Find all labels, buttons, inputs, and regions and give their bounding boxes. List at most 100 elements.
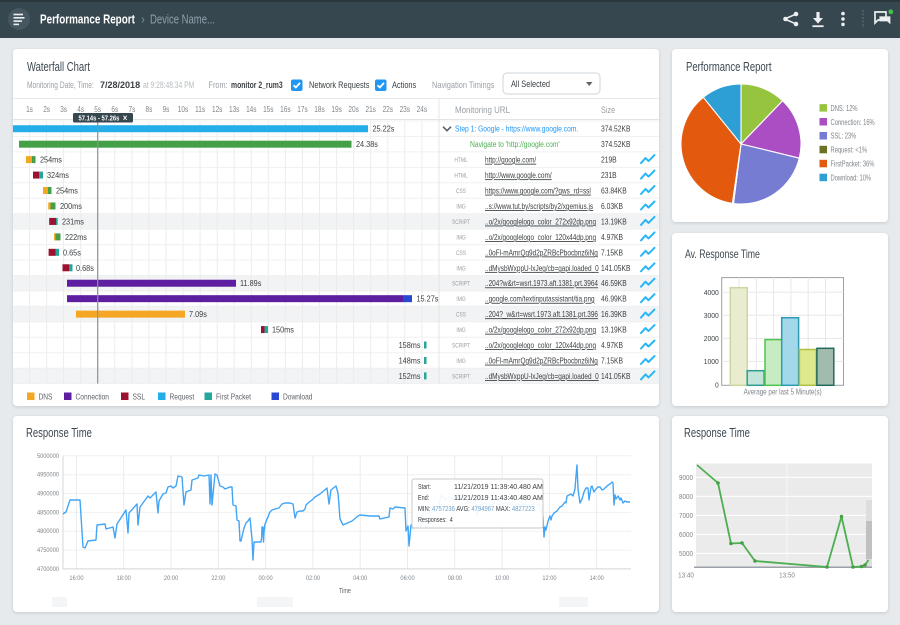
svg-text:374.52KB: 374.52KB: [601, 124, 630, 134]
svg-text:20s: 20s: [348, 104, 359, 114]
svg-text:57.14s - 57.26s ✕: 57.14s - 57.26s ✕: [78, 115, 127, 123]
svg-text:15.27s: 15.27s: [417, 294, 439, 304]
svg-text:..0oFl-mAmrQg9d2pZRBcPbocbnz6i: ..0oFl-mAmrQg9d2pZRBcPbocbnz6iNg: [485, 356, 598, 366]
svg-text:..google.com/textinputassistan: ..google.com/textinputassistant/tia.png: [485, 294, 595, 304]
svg-text:..o/2x/googlelogo_color_272x92: ..o/2x/googlelogo_color_272x92dp.png: [485, 325, 596, 335]
svg-text:141.05KB: 141.05KB: [601, 263, 630, 273]
svg-text:Connection: 16%: Connection: 16%: [831, 118, 876, 127]
svg-text:HTML: HTML: [454, 158, 467, 165]
svg-text:Monitoring URL: Monitoring URL: [455, 104, 510, 115]
svg-text:254ms: 254ms: [40, 155, 62, 165]
svg-text:19s: 19s: [331, 104, 342, 114]
svg-text:Average per last 5 Minute(s): Average per last 5 Minute(s): [744, 388, 822, 397]
svg-text:..204?w&rt=wsrt.1973.aft.1381.: ..204?w&rt=wsrt.1973.aft.1381.prt.3964: [485, 278, 598, 288]
svg-text:11/21/2019 11:39:40.480 AM: 11/21/2019 11:39:40.480 AM: [454, 484, 543, 491]
svg-text:Performance Report: Performance Report: [40, 13, 135, 27]
svg-text:6000: 6000: [679, 532, 693, 539]
svg-text:6.03KB: 6.03KB: [601, 201, 623, 211]
svg-text:4000: 4000: [704, 288, 719, 296]
svg-text:24.38s: 24.38s: [356, 140, 378, 150]
svg-text:3000: 3000: [704, 311, 719, 319]
svg-text:10:00: 10:00: [495, 576, 510, 582]
svg-text:4.97KB: 4.97KB: [601, 340, 623, 350]
svg-text:7/28/2018: 7/28/2018: [100, 80, 140, 90]
svg-text:10s: 10s: [178, 104, 189, 114]
svg-text:https://www.google.com/?gws_rd: https://www.google.com/?gws_rd=ssl: [485, 186, 591, 196]
svg-text:SCRIPT: SCRIPT: [452, 281, 470, 288]
svg-text:374.52KB: 374.52KB: [601, 139, 630, 149]
svg-text:Network Requests: Network Requests: [309, 79, 369, 90]
svg-text:IMG: IMG: [456, 266, 465, 273]
svg-text:7.09s: 7.09s: [189, 310, 207, 320]
svg-text:5s: 5s: [94, 104, 101, 114]
svg-text:17s: 17s: [297, 104, 308, 114]
svg-text:158ms: 158ms: [399, 340, 421, 350]
svg-text:18:00: 18:00: [117, 576, 132, 582]
svg-text:Waterfall Chart: Waterfall Chart: [27, 61, 90, 75]
svg-text:16.39KB: 16.39KB: [601, 309, 627, 319]
svg-text:4800000: 4800000: [37, 529, 60, 535]
svg-text:SSL: SSL: [133, 392, 146, 402]
svg-text:22:00: 22:00: [211, 576, 226, 582]
svg-text:SCRIPT: SCRIPT: [452, 374, 470, 381]
svg-text:IMG: IMG: [456, 204, 465, 211]
svg-text:16:00: 16:00: [69, 576, 84, 582]
svg-text:7s: 7s: [128, 104, 135, 114]
svg-text:http://www.google.com/: http://www.google.com/: [485, 170, 552, 180]
svg-text:231B: 231B: [601, 170, 617, 180]
svg-text:13s: 13s: [229, 104, 240, 114]
svg-text:141.05KB: 141.05KB: [601, 371, 630, 381]
svg-text:Response Time: Response Time: [684, 427, 750, 441]
svg-text:4.97KB: 4.97KB: [601, 232, 623, 242]
svg-text:Download: 10%: Download: 10%: [831, 173, 872, 182]
svg-text:13:50: 13:50: [779, 572, 795, 579]
svg-text:Start:: Start:: [418, 483, 431, 491]
svg-text:HTML: HTML: [454, 173, 467, 180]
svg-text:13:40: 13:40: [678, 572, 694, 579]
svg-text:CSS: CSS: [456, 250, 466, 257]
svg-text:All Selected: All Selected: [511, 78, 550, 89]
svg-text:8000: 8000: [679, 494, 693, 501]
svg-text:IMG: IMG: [456, 235, 465, 242]
svg-text:Actions: Actions: [392, 79, 416, 90]
svg-text:Navigation Timings: Navigation Timings: [432, 79, 494, 90]
svg-text:..s://www.tut.by/scripts/by2/x: ..s://www.tut.by/scripts/by2/xgemius.js: [485, 201, 593, 211]
svg-text:13.19KB: 13.19KB: [601, 325, 627, 335]
svg-text:DNS: 12%: DNS: 12%: [831, 104, 859, 113]
svg-text:21s: 21s: [365, 104, 376, 114]
svg-text:23s: 23s: [400, 104, 411, 114]
svg-text:http://google.com/: http://google.com/: [485, 155, 537, 165]
svg-text:9s: 9s: [163, 104, 170, 114]
svg-text:200ms: 200ms: [60, 201, 82, 211]
svg-text:11.89s: 11.89s: [240, 279, 261, 289]
svg-text:11/21/2019 11:43:40.480 AM: 11/21/2019 11:43:40.480 AM: [454, 495, 543, 502]
svg-text:12s: 12s: [212, 104, 223, 114]
svg-text:IMG: IMG: [456, 359, 465, 366]
svg-text:SCRIPT: SCRIPT: [452, 219, 470, 226]
svg-text:From:: From:: [209, 79, 228, 90]
svg-text:14s: 14s: [246, 104, 257, 114]
svg-text:4s: 4s: [77, 104, 84, 114]
svg-text:..dMysbWxppU-lxJeg/cb=gapi.loa: ..dMysbWxppU-lxJeg/cb=gapi.loaded_0: [485, 263, 599, 273]
svg-text:24s: 24s: [417, 104, 428, 114]
svg-text:IMG: IMG: [456, 328, 465, 335]
svg-text:First Packet: First Packet: [216, 392, 252, 402]
svg-text:..204?_w&rt=wsrt.1973.aft.1381: ..204?_w&rt=wsrt.1973.aft.1381.prt.396: [485, 309, 598, 319]
svg-text:Av. Response Time: Av. Response Time: [685, 249, 760, 261]
svg-text:02:00: 02:00: [306, 576, 321, 582]
svg-text:0.68s: 0.68s: [76, 263, 94, 273]
svg-text:DNS: DNS: [39, 392, 53, 402]
svg-text:Time: Time: [339, 587, 351, 595]
svg-text:FirstPacket: 36%: FirstPacket: 36%: [831, 160, 875, 169]
svg-text:219B: 219B: [601, 155, 617, 165]
svg-text:46.59KB: 46.59KB: [601, 278, 627, 288]
svg-text:13.19KB: 13.19KB: [601, 217, 627, 227]
svg-text:254ms: 254ms: [56, 186, 78, 196]
svg-text:7.15KB: 7.15KB: [601, 356, 623, 366]
svg-text:Navigate to 'http://google.com: Navigate to 'http://google.com': [470, 139, 560, 149]
svg-text:..o/2x/googlelogo_color_120x44: ..o/2x/googlelogo_color_120x44dp.png: [485, 340, 596, 350]
svg-text:16s: 16s: [280, 104, 291, 114]
svg-text:4950000: 4950000: [37, 472, 60, 478]
svg-text:152ms: 152ms: [399, 371, 421, 381]
svg-text:0: 0: [715, 381, 719, 389]
